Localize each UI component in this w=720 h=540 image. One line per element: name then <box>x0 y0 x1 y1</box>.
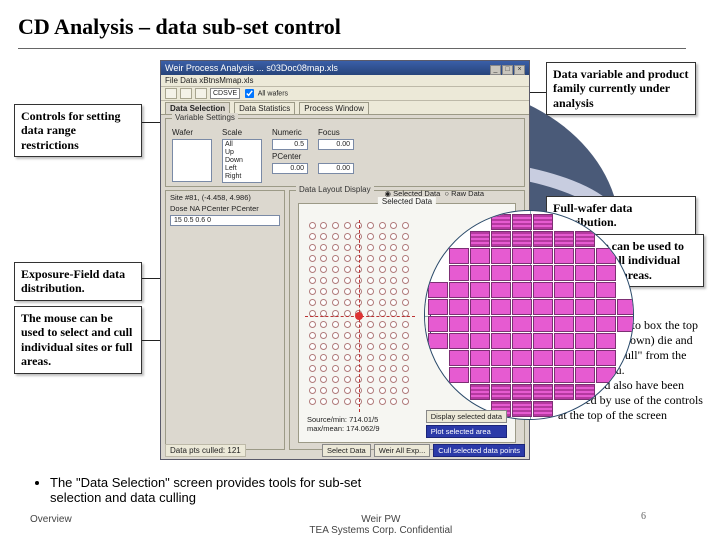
page-number: 6 <box>641 511 646 522</box>
app-window: Weir Process Analysis ... s03Doc08map.xl… <box>160 60 530 460</box>
toolbar[interactable]: CDSVE All wafers <box>161 87 529 101</box>
toolbar-btn[interactable] <box>195 88 207 99</box>
wafer-label: Wafer <box>172 128 212 137</box>
footer-left: Overview <box>30 514 72 536</box>
tab-process-window[interactable]: Process Window <box>299 102 369 114</box>
bottom-note: The "Data Selection" screen provides too… <box>30 475 390 505</box>
cull-selected-button[interactable]: Cull selected data points <box>433 444 525 457</box>
title-underline <box>18 48 686 49</box>
toolbar-btn[interactable] <box>180 88 192 99</box>
toolbar-combo[interactable]: CDSVE <box>210 88 240 99</box>
footer-mid2: TEA Systems Corp. Confidential <box>309 525 452 536</box>
window-titlebar[interactable]: Weir Process Analysis ... s03Doc08map.xl… <box>161 61 529 75</box>
slide-title: CD Analysis – data sub-set control <box>18 14 702 40</box>
select-data-button[interactable]: Select Data <box>322 444 371 457</box>
footer-mid1: Weir PW <box>361 514 400 525</box>
variable-settings-panel: Variable Settings Wafer Scale All Up Dow… <box>165 118 525 187</box>
menubar[interactable]: File Data xBtnsMmap.xls <box>161 75 529 87</box>
pcenter-field[interactable]: 0.00 <box>272 163 308 174</box>
status-line-2: max/mean: 174.062/9 <box>307 424 380 433</box>
allwafers-checkbox[interactable]: All wafers <box>243 87 288 100</box>
bottom-buttons: Select Data Weir All Exp... Cull selecte… <box>322 444 525 457</box>
crosshair-center-icon <box>355 312 363 320</box>
bottom-bullet: The "Data Selection" screen provides too… <box>50 475 390 505</box>
tab-data-statistics[interactable]: Data Statistics <box>234 102 295 114</box>
layout-status-row: Source/min: 714.01/5 max/mean: 174.062/9… <box>307 410 507 438</box>
status-line-1: Source/min: 714.01/5 <box>307 415 380 424</box>
site-hdr: Dose NA PCenter PCenter <box>170 204 280 213</box>
wafer-list[interactable] <box>172 139 212 182</box>
site-vals: 15 0.5 0.6 0 <box>170 215 280 226</box>
scale-label: Scale <box>222 128 262 137</box>
focus-field[interactable]: 0.00 <box>318 139 354 150</box>
callout-expfield-cull: The mouse can be used to select and cull… <box>14 306 142 374</box>
culled-status: Data pts culled: 121 <box>165 444 246 457</box>
wafer-map[interactable] <box>424 210 634 420</box>
layout-canvas[interactable]: Selected Data Source/min <box>298 203 516 443</box>
callout-datavar: Data variable and product family current… <box>546 62 696 115</box>
window-controls[interactable]: _□× <box>489 61 525 75</box>
window-title: Weir Process Analysis ... s03Doc08map.xl… <box>165 61 338 75</box>
scale-list[interactable]: All Up Down Left Right <box>222 139 262 183</box>
weir-all-button[interactable]: Weir All Exp... <box>374 444 431 457</box>
layout-sub-title: Selected Data <box>378 197 436 206</box>
plot-selected-button[interactable]: Plot selected area <box>426 425 507 438</box>
pcenter-field-2[interactable]: 0.00 <box>318 163 354 174</box>
panel-title: Variable Settings <box>172 113 238 122</box>
site-info: Site #81, (-4.458, 4.986) Dose NA PCente… <box>165 190 285 450</box>
numeric-field[interactable]: 0.5 <box>272 139 308 150</box>
layout-title: Data Layout Display <box>296 185 374 194</box>
focus-label: Focus <box>318 128 354 137</box>
slide-footer: Overview Weir PW TEA Systems Corp. Confi… <box>0 514 720 536</box>
site-label: Site #81, (-4.458, 4.986) <box>170 193 280 202</box>
pcenter-label: PCenter <box>272 152 308 161</box>
data-layout-display: Data Layout Display ◉ Selected Data ○ Ra… <box>289 190 525 450</box>
callout-controls: Controls for setting data range restrict… <box>14 104 142 157</box>
display-selected-button[interactable]: Display selected data <box>426 410 507 423</box>
numeric-label: Numeric <box>272 128 308 137</box>
callout-expfield: Exposure-Field data distribution. <box>14 262 142 301</box>
toolbar-btn[interactable] <box>165 88 177 99</box>
